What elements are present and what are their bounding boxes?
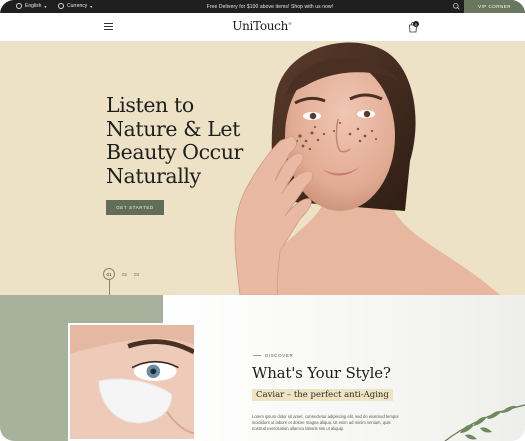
site-header: UniTouch® 0	[0, 13, 525, 41]
slide-number-1: 01	[106, 271, 112, 277]
eyebrow-line	[253, 355, 261, 356]
get-started-button[interactable]: GET STARTED	[106, 200, 164, 215]
currency-icon	[58, 3, 64, 9]
hero-headline-line-4: Naturally	[106, 163, 201, 188]
hero-headline-line-1: Listen to	[106, 93, 194, 117]
language-selector[interactable]: English ▾	[16, 3, 46, 9]
hero-headline-line-2: Nature & Let	[106, 116, 240, 141]
slide-indicator-2[interactable]: 02	[122, 272, 127, 277]
language-label: English	[25, 3, 42, 9]
brand-logo[interactable]: UniTouch®	[212, 19, 312, 33]
search-icon[interactable]	[452, 2, 461, 11]
section-title: What's Your Style?	[252, 364, 391, 382]
leaf-decoration	[444, 404, 525, 441]
slider-divider-line	[108, 280, 110, 295]
hero-headline: Listen to Nature & Let Beauty Occur Natu…	[106, 93, 276, 188]
promo-message: Free Delivery for $100 above items! Shop…	[206, 3, 334, 10]
currency-label: Currency	[67, 3, 88, 9]
cart-count-badge: 0	[413, 21, 419, 27]
currency-selector[interactable]: Currency ▾	[58, 3, 92, 9]
logo-text: UniTouch	[232, 19, 289, 33]
hero-banner: Listen to Nature & Let Beauty Occur Natu…	[0, 41, 525, 295]
vip-corner-button[interactable]: VIP CORNER	[464, 0, 525, 13]
top-utility-bar: English ▾ Currency ▾ Free Delivery for $…	[0, 0, 525, 13]
slide-indicator-1[interactable]: 01	[103, 268, 115, 280]
chevron-down-icon: ▾	[44, 3, 47, 9]
chevron-down-icon: ▾	[90, 3, 93, 9]
slide-indicator-3[interactable]: 03	[134, 272, 139, 277]
section-eyebrow: DISCOVER	[253, 353, 293, 358]
registered-mark: ®	[288, 21, 292, 26]
section-description: Lorem ipsum dolor sit amet, consectetur …	[252, 414, 399, 431]
eyebrow-label: DISCOVER	[265, 353, 294, 358]
hero-slider-pagination: 01 02 03	[103, 268, 139, 280]
eye-patch-product-image	[68, 323, 196, 441]
hero-headline-line-3: Beauty Occur	[106, 140, 243, 164]
highlight-tagline: Caviar – the perfect anti-Aging	[252, 389, 393, 401]
globe-icon	[16, 3, 22, 9]
discover-section: DISCOVER What's Your Style? Caviar – the…	[0, 295, 525, 441]
page: English ▾ Currency ▾ Free Delivery for $…	[0, 0, 525, 441]
menu-icon[interactable]	[104, 23, 113, 30]
